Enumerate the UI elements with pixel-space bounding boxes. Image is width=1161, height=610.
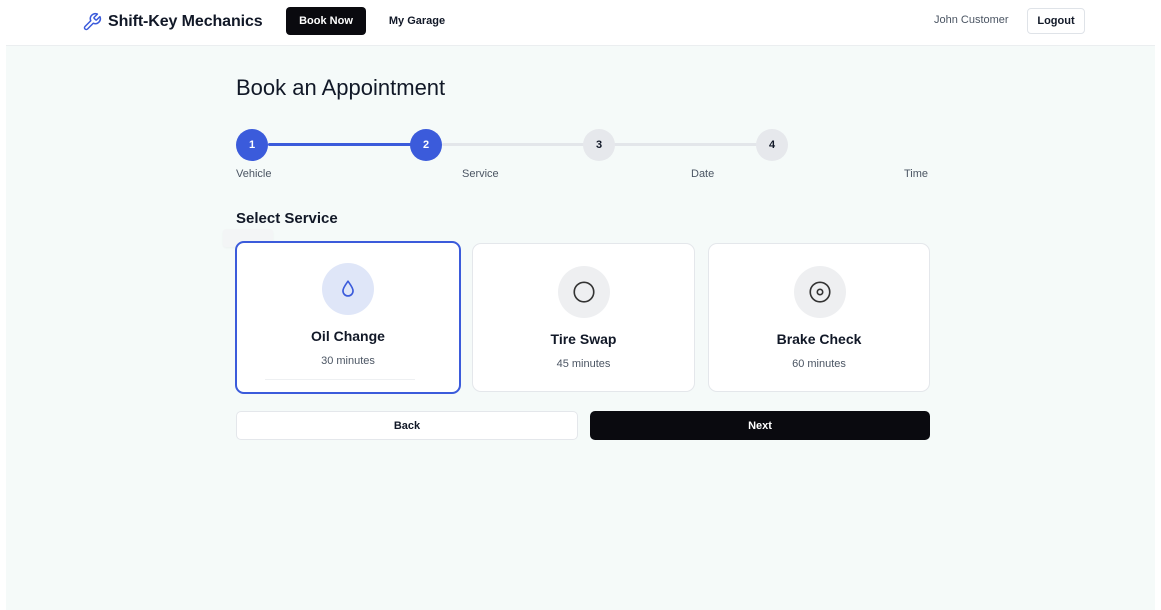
my-garage-link[interactable]: My Garage bbox=[378, 7, 456, 35]
service-name: Tire Swap bbox=[550, 331, 617, 347]
brand-name: Shift-Key Mechanics bbox=[108, 13, 263, 30]
page-title: Book an Appointment bbox=[236, 75, 446, 100]
stepper-progress-line bbox=[268, 143, 416, 146]
step-3-indicator: 3 bbox=[583, 129, 615, 161]
app-frame: Shift-Key Mechanics Book Now My Garage J… bbox=[6, 0, 1155, 610]
circle-icon bbox=[558, 266, 610, 318]
service-name: Brake Check bbox=[776, 331, 862, 347]
step-4-label: Time bbox=[904, 168, 929, 180]
step-3-label: Date bbox=[691, 168, 715, 180]
droplet-icon bbox=[322, 263, 374, 315]
step-2-indicator: 2 bbox=[410, 129, 442, 161]
brand[interactable]: Shift-Key Mechanics bbox=[82, 10, 263, 34]
user-name: John Customer bbox=[934, 14, 1009, 26]
step-1-indicator: 1 bbox=[236, 129, 268, 161]
disc-icon bbox=[794, 266, 846, 318]
top-navbar: Shift-Key Mechanics Book Now My Garage J… bbox=[6, 0, 1155, 46]
service-card-tire-swap[interactable]: Tire Swap 45 minutes bbox=[472, 243, 695, 392]
service-duration: 45 minutes bbox=[556, 358, 611, 370]
step-1-label: Vehicle bbox=[236, 168, 272, 180]
step-2-label: Service bbox=[462, 168, 499, 180]
stepper-line bbox=[614, 143, 762, 146]
next-button[interactable]: Next bbox=[590, 411, 930, 440]
back-button[interactable]: Back bbox=[236, 411, 578, 440]
wrench-icon bbox=[82, 12, 102, 32]
logout-button[interactable]: Logout bbox=[1027, 8, 1085, 34]
stepper-line bbox=[442, 143, 588, 146]
step-4-indicator: 4 bbox=[756, 129, 788, 161]
service-name: Oil Change bbox=[311, 328, 385, 344]
book-now-button[interactable]: Book Now bbox=[286, 7, 366, 35]
card-divider bbox=[265, 379, 415, 380]
service-duration: 60 minutes bbox=[792, 358, 846, 370]
service-duration: 30 minutes bbox=[321, 355, 375, 367]
section-title: Select Service bbox=[236, 210, 338, 227]
service-card-brake-check[interactable]: Brake Check 60 minutes bbox=[708, 243, 930, 392]
service-card-oil-change[interactable]: Oil Change 30 minutes bbox=[235, 241, 461, 394]
